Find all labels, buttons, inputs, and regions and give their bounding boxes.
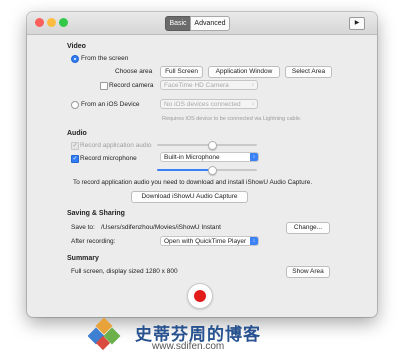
- close-button[interactable]: [35, 18, 44, 27]
- record-app-audio-checkbox[interactable]: ✓: [71, 142, 79, 150]
- microphone-select-value: Built-in Microphone: [164, 154, 220, 161]
- microphone-slider-knob[interactable]: [207, 166, 217, 175]
- after-recording-select[interactable]: Open with QuickTime Player ↕: [160, 236, 259, 246]
- download-audio-capture-button[interactable]: Download iShowU Audio Capture: [131, 191, 248, 203]
- audio-heading: Audio: [67, 130, 87, 137]
- save-to-label: Save to:: [71, 224, 95, 231]
- camera-select-value: FaceTime HD Camera: [164, 82, 229, 89]
- after-recording-label: After recording:: [71, 238, 116, 245]
- after-recording-select-value: Open with QuickTime Player: [164, 238, 247, 245]
- microphone-select[interactable]: Built-in Microphone ↕: [160, 152, 259, 162]
- select-area-button[interactable]: Select Area: [285, 66, 332, 78]
- from-screen-label: From the screen: [81, 55, 129, 62]
- change-button[interactable]: Change...: [286, 222, 330, 234]
- save-path: /Users/sdifenzhou/Movies/iShowU Instant: [101, 224, 221, 231]
- record-camera-checkbox[interactable]: [100, 82, 108, 90]
- watermark-logo: [88, 317, 121, 351]
- camera-select[interactable]: FaceTime HD Camera ↕: [160, 80, 258, 90]
- record-camera-label: Record camera: [109, 82, 154, 89]
- from-screen-radio[interactable]: [71, 55, 79, 63]
- tab-basic[interactable]: Basic: [165, 16, 191, 31]
- microphone-slider[interactable]: [157, 166, 257, 175]
- application-window-button[interactable]: Application Window: [208, 66, 280, 78]
- zoom-button[interactable]: [59, 18, 68, 27]
- ios-device-select[interactable]: No iOS devices connected ↕: [160, 99, 258, 109]
- app-audio-slider[interactable]: [157, 141, 257, 150]
- full-screen-button[interactable]: Full Screen: [160, 66, 203, 78]
- app-audio-slider-knob[interactable]: [207, 141, 217, 150]
- audio-capture-notice: To record application audio you need to …: [73, 179, 313, 186]
- from-ios-radio[interactable]: [71, 101, 79, 109]
- summary-heading: Summary: [67, 255, 99, 262]
- chevron-updown-icon: ↕: [251, 82, 255, 88]
- record-icon: [194, 290, 206, 302]
- play-icon[interactable]: ▶: [349, 17, 365, 30]
- title-bar: Basic Advanced ▶: [27, 12, 377, 35]
- chevron-updown-icon: ↕: [251, 101, 255, 107]
- show-area-button[interactable]: Show Area: [286, 266, 330, 278]
- microphone-slider-fill: [157, 169, 212, 171]
- tab-advanced[interactable]: Advanced: [190, 16, 230, 31]
- ios-device-select-value: No iOS devices connected: [164, 101, 241, 108]
- chevron-updown-icon: ↕: [250, 153, 258, 161]
- record-microphone-checkbox[interactable]: ✓: [71, 155, 79, 163]
- watermark-url: www.sdifen.com: [152, 341, 225, 352]
- summary-text: Full screen, display sized 1280 x 800: [71, 268, 178, 275]
- ishowu-window: Basic Advanced ▶ Video From the screen C…: [27, 12, 377, 317]
- record-app-audio-label: Record application audio: [80, 142, 152, 149]
- choose-area-label: Choose area: [115, 68, 153, 75]
- video-heading: Video: [67, 43, 86, 50]
- record-microphone-label: Record microphone: [80, 155, 137, 162]
- from-ios-label: From an iOS Device: [81, 101, 140, 108]
- ios-hint: Requires iOS device to be connected via …: [162, 116, 302, 122]
- saving-heading: Saving & Sharing: [67, 210, 125, 217]
- record-button[interactable]: [187, 283, 213, 309]
- chevron-updown-icon: ↕: [250, 237, 258, 245]
- minimize-button[interactable]: [47, 18, 56, 27]
